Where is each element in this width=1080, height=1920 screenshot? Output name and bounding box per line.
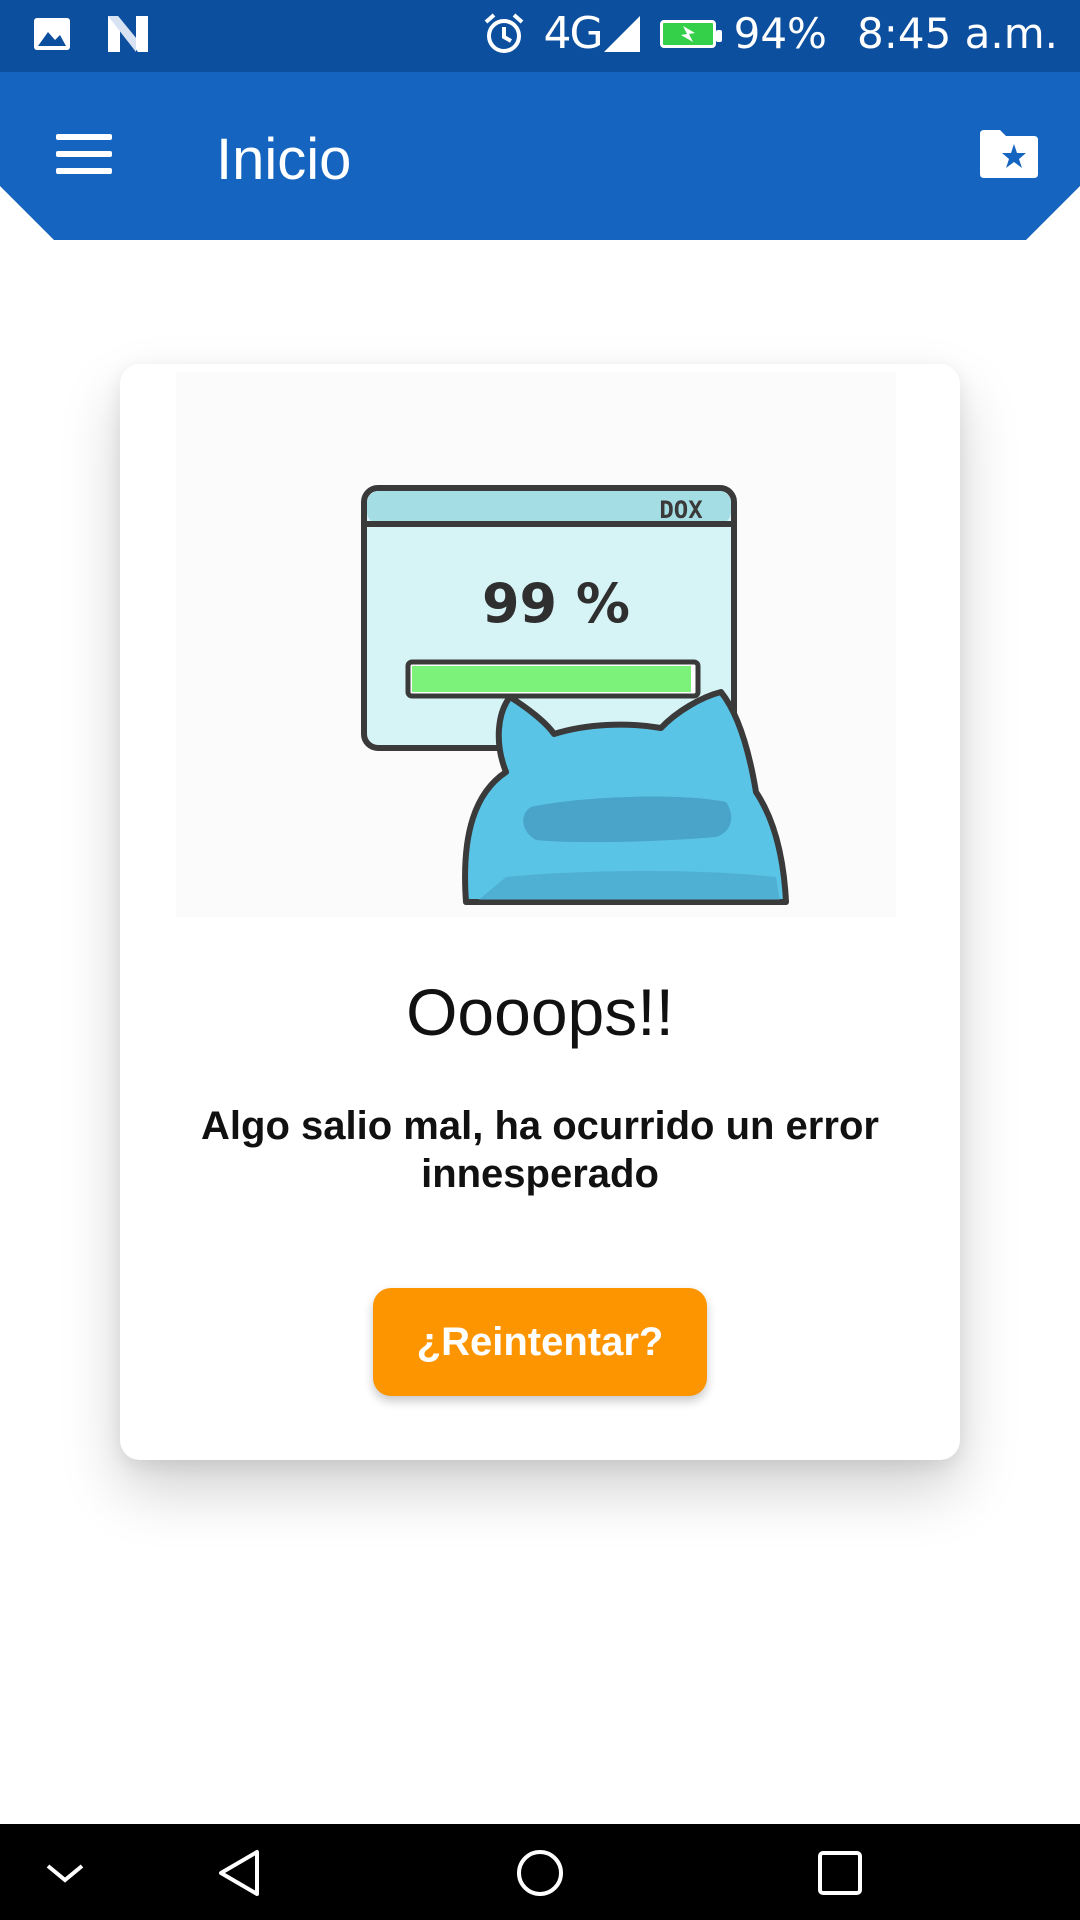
status-left-icons: [32, 14, 150, 54]
n-notification-icon: [108, 16, 148, 52]
status-bar: 4G 94% 8:45 a.m.: [0, 0, 1080, 72]
network-type: 4G: [543, 8, 604, 59]
illustration-progress-fill: [412, 666, 691, 692]
error-message: Algo salio mal, ha ocurrido un error inn…: [201, 1104, 879, 1196]
error-illustration: DOX 99 %: [176, 372, 896, 917]
status-right: 4G 94% 8:45 a.m.: [482, 8, 1058, 59]
battery-percent: 94%: [733, 9, 827, 58]
app-bar: Inicio: [0, 72, 1080, 240]
error-card: DOX 99 % Oooops!! Algo salio mal, ha ocu…: [120, 364, 960, 1460]
signal-icon: [603, 15, 640, 52]
battery-charging-icon: [659, 19, 722, 48]
illustration-progress-text: 99 %: [482, 572, 630, 635]
back-icon[interactable]: [215, 1848, 265, 1898]
navigation-bar: [0, 1824, 1080, 1920]
clock: 8:45 a.m.: [856, 9, 1058, 58]
alarm-icon: [484, 12, 523, 53]
home-icon[interactable]: [515, 1848, 565, 1898]
hamburger-menu-icon[interactable]: [56, 134, 112, 174]
retry-button[interactable]: ¿Reintentar?: [373, 1288, 707, 1396]
page-title: Inicio: [216, 127, 352, 192]
error-title: Oooops!!: [406, 975, 674, 1049]
recents-icon[interactable]: [815, 1848, 865, 1898]
illustration-window-label: DOX: [659, 496, 703, 524]
chevron-down-icon[interactable]: [40, 1848, 90, 1898]
image-icon: [34, 18, 70, 50]
folder-star-icon[interactable]: [978, 128, 1040, 180]
